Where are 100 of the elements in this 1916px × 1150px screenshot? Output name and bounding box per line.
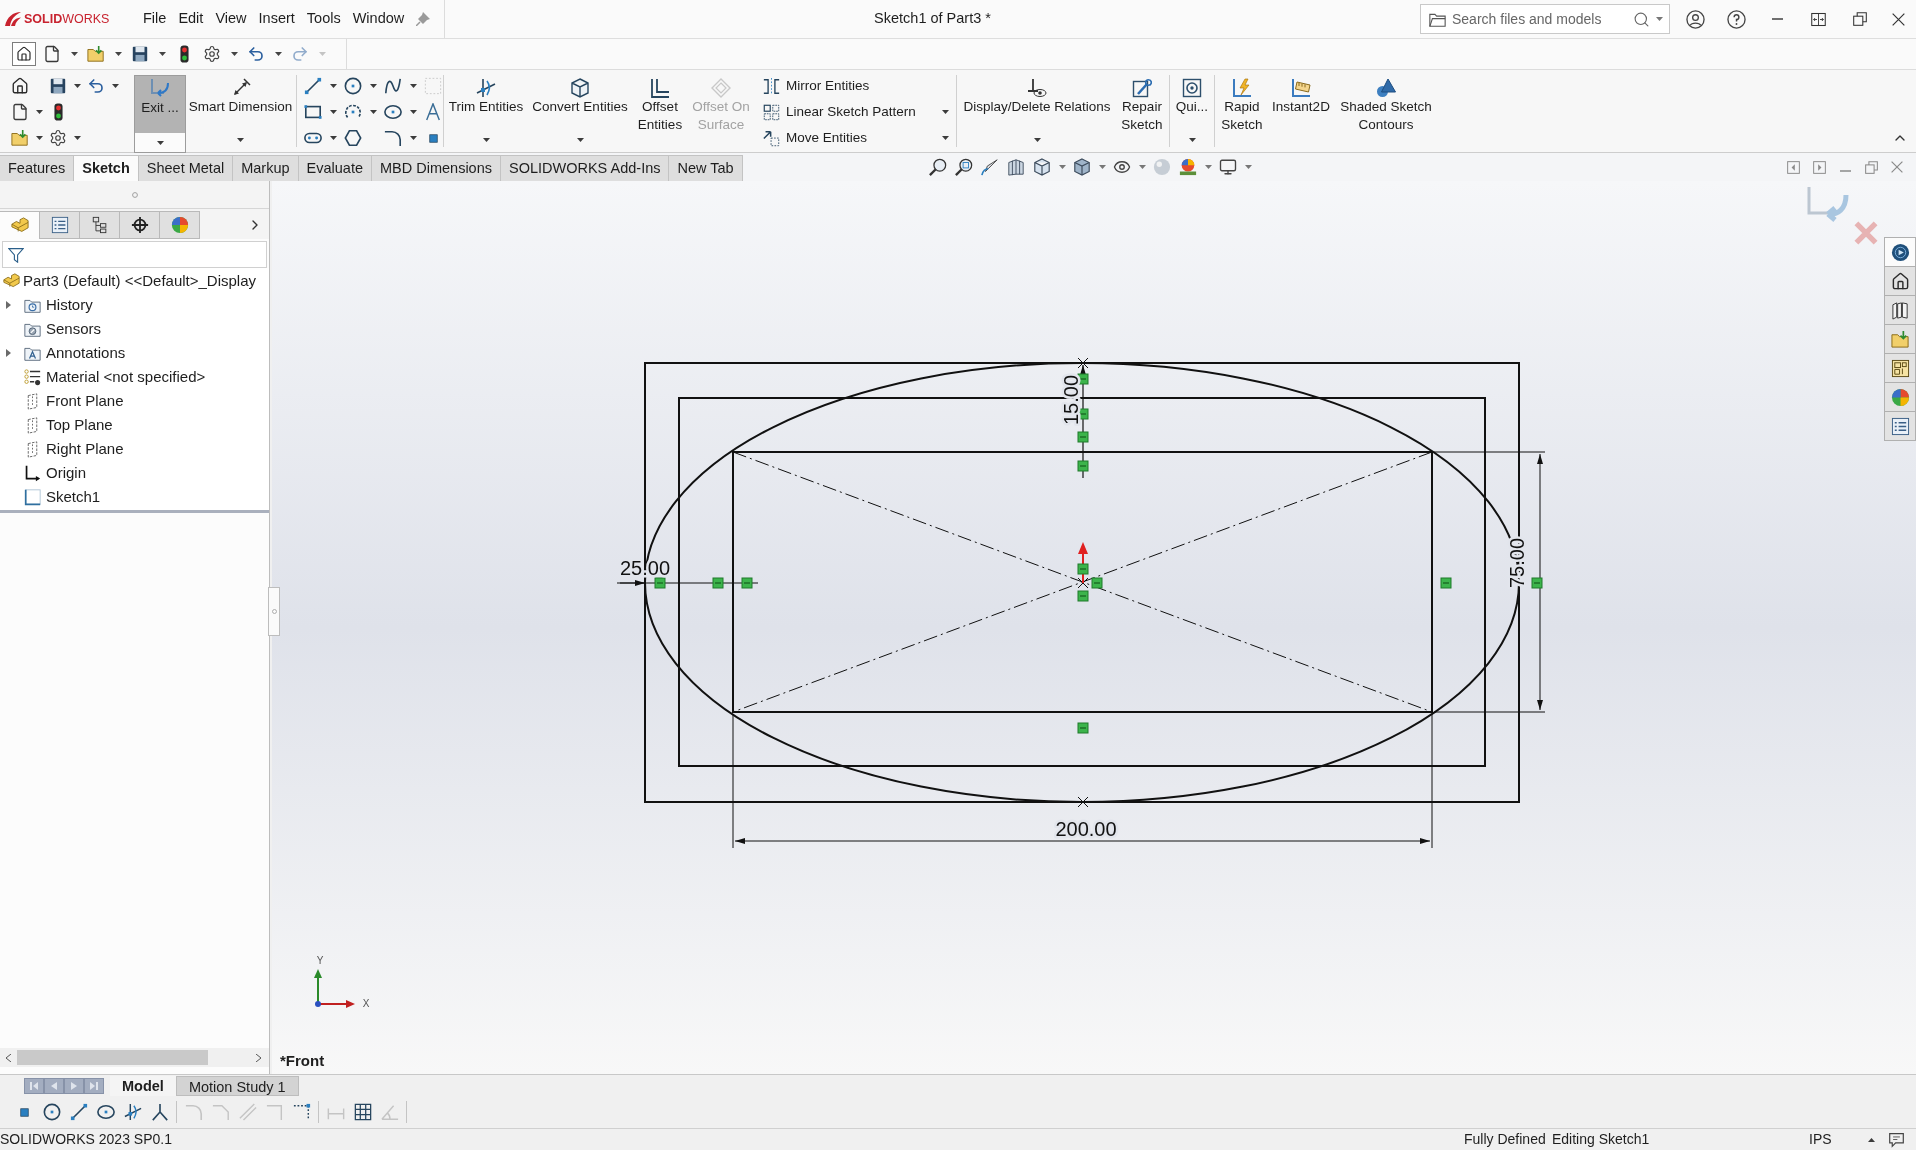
zoom-box-icon[interactable]	[955, 158, 973, 176]
grid-icon[interactable]	[353, 1103, 372, 1121]
expand-arrow-icon[interactable]	[6, 301, 11, 309]
caret-icon[interactable]	[576, 138, 584, 142]
traffic-light-icon[interactable]	[53, 103, 63, 121]
units-status[interactable]: IPS	[1809, 1131, 1832, 1147]
save-icon[interactable]	[49, 77, 67, 95]
tree-item[interactable]: Right Plane	[46, 437, 124, 461]
task-pane-tab[interactable]	[1884, 353, 1916, 383]
settings-icon[interactable]	[203, 45, 221, 63]
caret-icon[interactable]	[73, 84, 81, 88]
caret-icon[interactable]	[329, 110, 337, 114]
horizontal-scrollbar[interactable]	[0, 1048, 269, 1067]
folder-icon[interactable]	[87, 45, 105, 63]
caret-icon[interactable]	[482, 138, 490, 142]
command-button[interactable]: Offset Entities	[633, 70, 687, 152]
close-icon[interactable]	[1891, 12, 1905, 26]
help-icon[interactable]	[1727, 9, 1746, 29]
caret-icon[interactable]	[369, 84, 377, 88]
tree-item[interactable]: Sketch1	[46, 485, 101, 509]
tile-left-icon[interactable]	[1786, 160, 1800, 174]
undo-icon[interactable]	[247, 45, 265, 63]
command-button[interactable]: Display/Delete Relations	[958, 70, 1116, 152]
model-tab[interactable]: Motion Study 1	[175, 1075, 299, 1096]
menu-item[interactable]: Edit	[178, 8, 204, 30]
caret-icon[interactable]	[274, 52, 282, 56]
menu-item[interactable]: Insert	[258, 8, 295, 30]
line-icon[interactable]	[69, 1103, 88, 1121]
first-icon[interactable]	[24, 1077, 44, 1094]
line-icon[interactable]	[304, 77, 322, 95]
menu-item[interactable]: Window	[352, 8, 405, 30]
command-button[interactable]: Instant2D	[1268, 70, 1334, 152]
task-pane-tab[interactable]	[1884, 266, 1916, 296]
caret-icon[interactable]	[230, 52, 238, 56]
caret-icon[interactable]	[237, 138, 244, 142]
command-button[interactable]: Rapid Sketch	[1216, 70, 1268, 152]
command-button[interactable]: Smart Dimension	[186, 70, 295, 152]
caret-icon[interactable]	[73, 136, 81, 140]
tile-icon[interactable]	[1811, 11, 1826, 27]
ribbon-tab[interactable]: New Tab	[669, 155, 743, 181]
rounded-corner-icon[interactable]	[384, 129, 402, 147]
command-button[interactable]: Mirror Entities	[763, 73, 949, 99]
pin-icon[interactable]	[416, 12, 431, 26]
tree-item[interactable]: Front Plane	[46, 389, 124, 413]
caret-icon[interactable]	[409, 136, 417, 140]
scroll-right-icon[interactable]	[255, 1053, 261, 1062]
caret-icon[interactable]	[329, 84, 337, 88]
scrollbar-thumb[interactable]	[17, 1050, 208, 1065]
caret-icon[interactable]	[156, 140, 164, 145]
menu-item[interactable]: Tools	[306, 8, 341, 30]
ribbon-tab[interactable]: Markup	[233, 155, 299, 181]
ribbon-tab[interactable]: SOLIDWORKS Add-Ins	[501, 155, 670, 181]
ellipse-icon[interactable]	[384, 103, 402, 121]
tree-item[interactable]: History	[46, 293, 93, 317]
document-icon[interactable]	[43, 45, 61, 63]
circle-icon[interactable]	[42, 1103, 61, 1121]
point-icon[interactable]	[20, 1107, 29, 1117]
caret-icon[interactable]	[1867, 1137, 1875, 1142]
letter-a-icon[interactable]	[424, 103, 442, 121]
cube-icon[interactable]	[1033, 158, 1051, 176]
last-icon[interactable]	[84, 1077, 104, 1094]
scene-icon[interactable]	[1179, 158, 1197, 176]
tree-item[interactable]: Sensors	[46, 317, 102, 341]
command-button[interactable]: Qui...	[1171, 70, 1213, 152]
settings-icon[interactable]	[49, 129, 67, 147]
tree-item[interactable]: Top Plane	[46, 413, 113, 437]
curve-icon[interactable]	[384, 77, 402, 95]
expand-arrow-icon[interactable]	[6, 349, 11, 357]
zoom-icon[interactable]	[929, 158, 947, 176]
caret-icon[interactable]	[111, 84, 119, 88]
ribbon-tab[interactable]: Sheet Metal	[138, 155, 234, 181]
ellipse-icon[interactable]	[96, 1103, 115, 1121]
search-field[interactable]: Search files and models	[1420, 4, 1670, 34]
panel-tab[interactable]	[80, 211, 120, 239]
eye-icon[interactable]	[1113, 158, 1131, 176]
exit-sketch-button[interactable]: Exit ...	[134, 75, 186, 153]
filter-field[interactable]	[2, 241, 267, 268]
caret-icon[interactable]	[114, 52, 122, 56]
caret-icon[interactable]	[35, 110, 43, 114]
panel-tab[interactable]	[120, 211, 160, 239]
crossing-lines-icon[interactable]	[123, 1103, 142, 1121]
command-button[interactable]: Trim Entities	[445, 70, 527, 152]
ribbon-tab[interactable]: Sketch	[74, 155, 139, 181]
point-icon[interactable]	[428, 133, 438, 143]
next-icon[interactable]	[64, 1077, 84, 1094]
ribbon-tab[interactable]: MBD Dimensions	[372, 155, 501, 181]
tree-item[interactable]: Material <not specified>	[46, 365, 206, 389]
caret-icon[interactable]	[1033, 138, 1041, 142]
caret-icon[interactable]	[409, 110, 417, 114]
command-button[interactable]: Shaded Sketch Contours	[1334, 70, 1438, 152]
task-pane-tab[interactable]	[1884, 295, 1916, 325]
command-button[interactable]: Repair Sketch	[1116, 70, 1168, 152]
ribbon-tab[interactable]: Features	[0, 155, 75, 181]
command-button[interactable]: Linear Sketch Pattern	[763, 99, 949, 125]
user-icon[interactable]	[1686, 9, 1705, 29]
undo-icon[interactable]	[87, 77, 105, 95]
caret-icon[interactable]	[942, 136, 949, 140]
circle-icon[interactable]	[344, 77, 362, 95]
grip-dot-icon[interactable]	[131, 191, 138, 198]
scroll-left-icon[interactable]	[6, 1053, 11, 1062]
